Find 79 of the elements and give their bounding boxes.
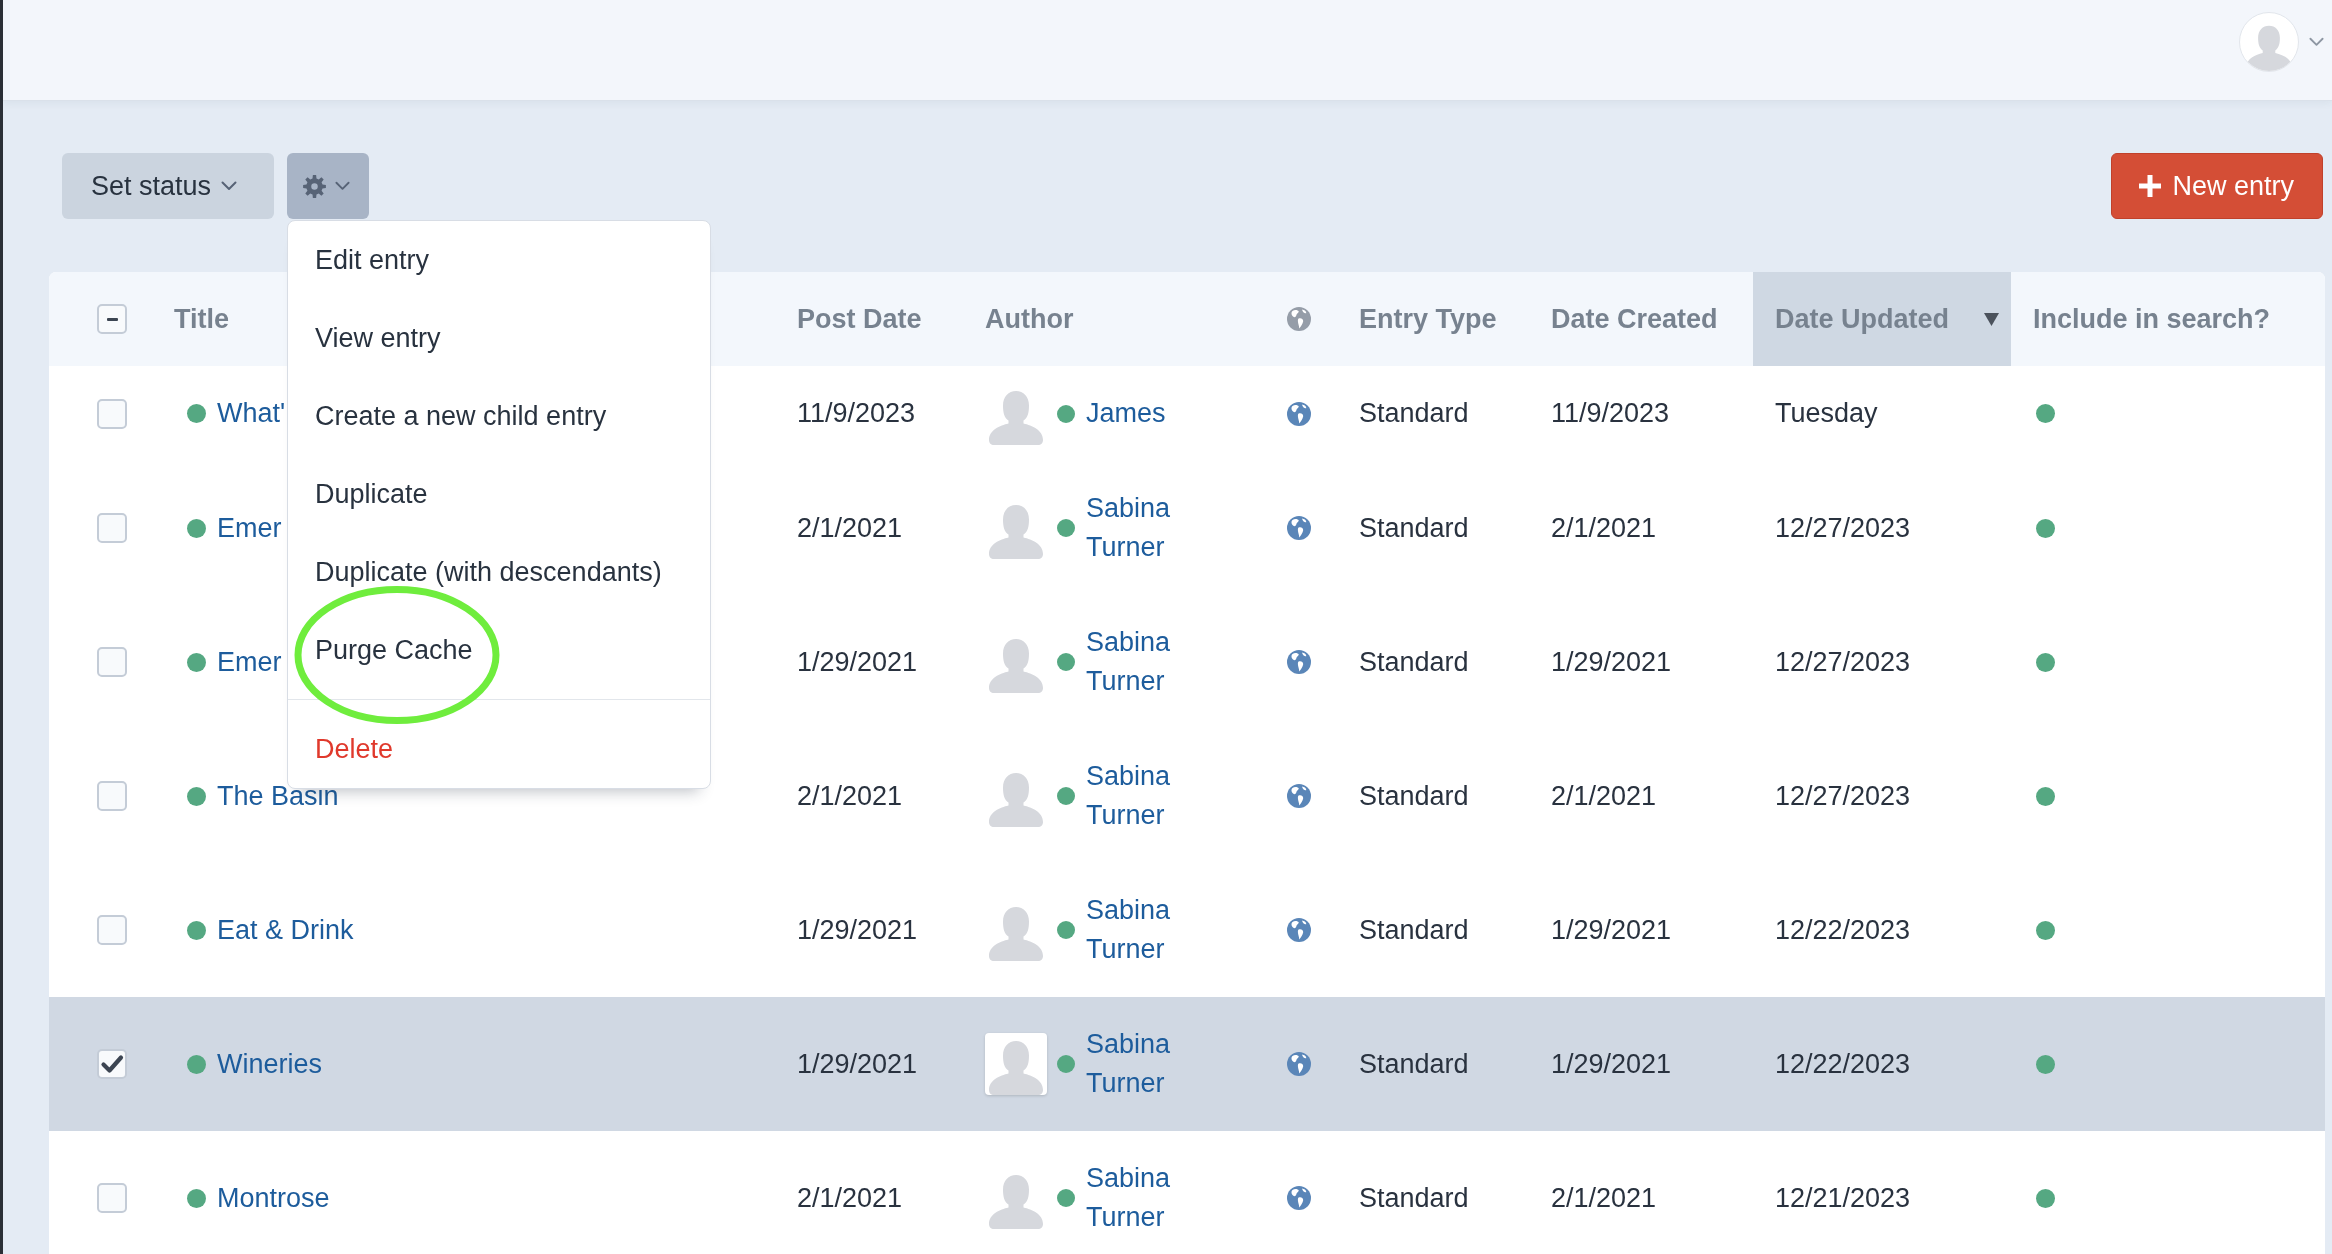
sort-descending-icon: [1984, 312, 1999, 326]
plus-icon: [2139, 175, 2162, 197]
globe-icon: [1286, 918, 1311, 942]
entry-type: Standard: [1359, 397, 1469, 430]
author-link[interactable]: Sabina Turner: [1086, 891, 1206, 969]
author-link[interactable]: Sabina Turner: [1086, 1025, 1206, 1103]
row-checkbox[interactable]: [97, 781, 127, 811]
globe-icon: [1286, 401, 1311, 426]
chevron-down-icon: [221, 181, 238, 191]
avatar-silhouette-icon: [985, 1033, 1047, 1095]
row-checkbox[interactable]: [97, 398, 127, 429]
author-link[interactable]: Sabina Turner: [1086, 489, 1206, 567]
author-link[interactable]: Sabina Turner: [1086, 757, 1206, 835]
date-updated: 12/22/2023: [1775, 1047, 1911, 1081]
actions-button[interactable]: [287, 153, 369, 219]
date-created: 1/29/2021: [1551, 913, 1672, 947]
date-created: 1/29/2021: [1551, 645, 1672, 679]
menu-item[interactable]: Duplicate: [288, 455, 710, 533]
date-updated: 12/27/2023: [1775, 779, 1911, 813]
menu-item[interactable]: Edit entry: [288, 221, 710, 299]
date-created: 2/1/2021: [1551, 1181, 1657, 1215]
set-status-button[interactable]: Set status: [62, 153, 274, 219]
title-link[interactable]: Eat & Drink: [217, 910, 354, 950]
column-header[interactable]: Date Created: [1551, 299, 1718, 339]
date-updated: Tuesday: [1775, 397, 1878, 430]
post-date: 11/9/2023: [797, 397, 916, 430]
chevron-down-icon: [335, 181, 350, 191]
entry-type: Standard: [1359, 1047, 1469, 1081]
row-checkbox[interactable]: [97, 647, 127, 677]
date-created: 2/1/2021: [1551, 779, 1657, 813]
column-header[interactable]: Include in search?: [2033, 299, 2271, 339]
entry-type: Standard: [1359, 779, 1469, 813]
post-date: 1/29/2021: [797, 645, 918, 679]
row-checkbox[interactable]: [97, 513, 127, 543]
gear-icon: [303, 174, 326, 198]
title-link[interactable]: Emer: [217, 508, 282, 548]
post-date: 2/1/2021: [797, 511, 903, 545]
title-link[interactable]: What': [217, 394, 286, 433]
post-date: 2/1/2021: [797, 1181, 903, 1215]
globe-icon: [1286, 1052, 1311, 1076]
globe-icon: [1286, 516, 1311, 540]
column-header[interactable]: Title: [174, 299, 229, 339]
title-link[interactable]: Montrose: [217, 1178, 330, 1218]
row-checkbox[interactable]: [97, 1183, 127, 1213]
globe-icon: [1286, 650, 1311, 674]
post-date: 1/29/2021: [797, 913, 918, 947]
new-entry-button[interactable]: New entry: [2111, 153, 2323, 219]
row-checkbox[interactable]: [97, 1049, 127, 1079]
entry-type: Standard: [1359, 511, 1469, 545]
date-created: 2/1/2021: [1551, 511, 1657, 545]
menu-item[interactable]: Duplicate (with descendants): [288, 533, 710, 611]
column-header[interactable]: Post Date: [797, 299, 922, 339]
chevron-down-icon: [2309, 37, 2324, 47]
post-date: 1/29/2021: [797, 1047, 918, 1081]
date-updated: 12/22/2023: [1775, 913, 1911, 947]
globe-icon: [1286, 784, 1311, 808]
row-checkbox[interactable]: [97, 915, 127, 945]
menu-item[interactable]: View entry: [288, 299, 710, 377]
globe-icon: [1286, 1186, 1311, 1210]
select-all-checkbox[interactable]: [97, 304, 127, 334]
post-date: 2/1/2021: [797, 779, 903, 813]
user-menu-button[interactable]: [2239, 12, 2324, 72]
date-created: 11/9/2023: [1551, 397, 1670, 430]
author-link[interactable]: Sabina Turner: [1086, 623, 1206, 701]
menu-item[interactable]: Purge Cache: [288, 611, 710, 689]
author-link[interactable]: James: [1086, 394, 1166, 433]
author-link[interactable]: Sabina Turner: [1086, 1159, 1206, 1237]
title-link[interactable]: Wineries: [217, 1044, 323, 1084]
column-header[interactable]: Author: [985, 299, 1074, 339]
date-updated: 12/21/2023: [1775, 1181, 1911, 1215]
date-updated: 12/27/2023: [1775, 511, 1911, 545]
column-header[interactable]: Entry Type: [1359, 299, 1497, 339]
date-updated: 12/27/2023: [1775, 645, 1911, 679]
entry-type: Standard: [1359, 645, 1469, 679]
entry-type: Standard: [1359, 913, 1469, 947]
title-link[interactable]: Emer: [217, 642, 282, 682]
entry-type: Standard: [1359, 1181, 1469, 1215]
date-created: 1/29/2021: [1551, 1047, 1672, 1081]
menu-item[interactable]: Create a new child entry: [288, 377, 710, 455]
